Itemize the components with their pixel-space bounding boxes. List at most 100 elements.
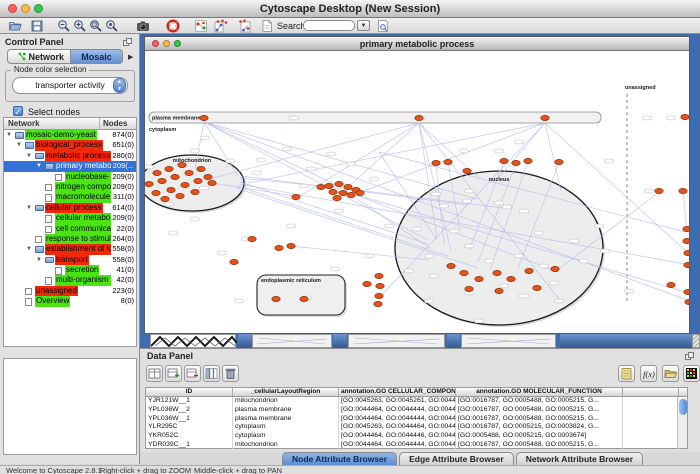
network-node[interactable] bbox=[200, 115, 208, 120]
tree-row-primary-metabo[interactable]: ▼primary metabo209(... bbox=[4, 161, 136, 171]
network-node[interactable] bbox=[507, 276, 515, 281]
network-node[interactable] bbox=[447, 263, 455, 268]
scrollbar-thumb[interactable] bbox=[679, 399, 687, 415]
search-options-arrow-icon[interactable]: ▼ bbox=[357, 20, 370, 31]
column-header[interactable]: _cellularLayoutRegion bbox=[233, 388, 339, 396]
table-row[interactable]: YPL036W__2plasma membrane[GO:0044464, GO… bbox=[146, 406, 687, 415]
network-node[interactable] bbox=[375, 293, 383, 298]
network-node[interactable] bbox=[555, 159, 563, 164]
open-icon[interactable] bbox=[8, 19, 22, 33]
network-node[interactable] bbox=[161, 196, 169, 201]
network-node[interactable] bbox=[347, 192, 355, 197]
network-node[interactable] bbox=[684, 250, 689, 255]
disclosure-triangle-icon[interactable]: ▼ bbox=[26, 151, 32, 161]
import-icon[interactable] bbox=[662, 365, 679, 382]
network-node[interactable] bbox=[681, 114, 689, 119]
network-node[interactable] bbox=[335, 181, 343, 186]
select-nodes-checkbox[interactable]: ✓ bbox=[13, 106, 23, 116]
network-node[interactable] bbox=[475, 276, 483, 281]
background-window-fragment[interactable] bbox=[333, 334, 347, 348]
tree-row-nucleobase-[interactable]: nucleobase-209(0) bbox=[4, 172, 136, 182]
background-window-fragment[interactable] bbox=[560, 334, 692, 348]
create-attribute-icon[interactable] bbox=[165, 365, 182, 382]
tab-node-attribute-browser[interactable]: Node Attribute Browser bbox=[282, 452, 397, 465]
network-view-icon[interactable] bbox=[194, 19, 208, 33]
network-node[interactable] bbox=[493, 270, 501, 275]
network-view-window[interactable]: primary metabolic process plasma membran… bbox=[144, 36, 690, 334]
network-node[interactable] bbox=[415, 115, 423, 120]
background-window-fragment[interactable] bbox=[692, 334, 700, 348]
background-window-fragment[interactable] bbox=[447, 334, 460, 348]
more-tabs-arrow-icon[interactable]: ▶ bbox=[128, 53, 133, 61]
tree-row-unassigned[interactable]: unassigned223(0) bbox=[4, 286, 136, 296]
network-node[interactable] bbox=[167, 187, 175, 192]
network-node[interactable] bbox=[208, 180, 216, 185]
tree-row-transport[interactable]: ▼transport558(0) bbox=[4, 255, 136, 265]
network-node[interactable] bbox=[495, 288, 503, 293]
heatmap-icon[interactable] bbox=[683, 365, 700, 382]
network-node[interactable] bbox=[204, 174, 212, 179]
tab-network-attribute-browser[interactable]: Network Attribute Browser bbox=[516, 452, 643, 465]
network-node[interactable] bbox=[655, 188, 663, 193]
advanced-search-icon[interactable] bbox=[376, 19, 390, 33]
network-node[interactable] bbox=[272, 296, 280, 301]
background-window-fragment[interactable] bbox=[238, 334, 252, 348]
network-node[interactable] bbox=[145, 181, 153, 186]
network-window-title-bar[interactable]: primary metabolic process bbox=[145, 37, 689, 51]
network-node[interactable] bbox=[444, 159, 452, 164]
disclosure-triangle-icon[interactable]: ▼ bbox=[26, 244, 32, 254]
float-data-panel-icon[interactable] bbox=[685, 352, 694, 360]
network-node[interactable] bbox=[512, 160, 520, 165]
network-node[interactable] bbox=[325, 183, 333, 188]
network-node[interactable] bbox=[300, 296, 308, 301]
network-node[interactable] bbox=[181, 182, 189, 187]
column-header[interactable]: annotation.GO CELLULAR_COMPONENT bbox=[339, 388, 456, 396]
help-icon[interactable] bbox=[166, 19, 180, 33]
table-row[interactable]: YLR295Ccytoplasm[GO:0045263, GO:0044464,… bbox=[146, 423, 687, 432]
network-node[interactable] bbox=[185, 170, 193, 175]
network-node[interactable] bbox=[356, 190, 364, 195]
background-window-fragment[interactable] bbox=[252, 334, 332, 348]
disclosure-triangle-icon[interactable]: ▼ bbox=[26, 203, 32, 213]
disclosure-triangle-icon[interactable]: ▼ bbox=[6, 130, 12, 140]
network-node[interactable] bbox=[551, 266, 559, 271]
table-row[interactable]: YKR052Ccytoplasm[GO:0044464, GO:0044446,… bbox=[146, 432, 687, 441]
tree-row-establishment-of-lo[interactable]: ▼establishment of lo558(0) bbox=[4, 244, 136, 254]
birds-eye-view[interactable] bbox=[3, 358, 137, 455]
network-canvas[interactable]: plasma membranecytoplasmmitochondrionnuc… bbox=[145, 51, 689, 334]
delete-attribute-icon[interactable] bbox=[184, 365, 201, 382]
annotation-icon[interactable] bbox=[260, 19, 274, 33]
network-node[interactable] bbox=[684, 262, 689, 267]
network-node[interactable] bbox=[533, 285, 541, 290]
network-node[interactable] bbox=[153, 170, 161, 175]
network-node[interactable] bbox=[176, 193, 184, 198]
network-node[interactable] bbox=[275, 245, 283, 250]
save-icon[interactable] bbox=[30, 19, 44, 33]
tree-row-response-to-stimulu[interactable]: response to stimulu264(0) bbox=[4, 234, 136, 244]
trash-icon[interactable] bbox=[222, 365, 239, 382]
background-window-fragment[interactable] bbox=[150, 334, 236, 348]
zoom-in-icon[interactable] bbox=[73, 19, 87, 33]
tree-row-mosaic-demo-yeast[interactable]: ▼mosaic-demo-yeast874(0) bbox=[4, 130, 136, 140]
network-node[interactable] bbox=[248, 236, 256, 241]
float-panel-icon[interactable] bbox=[123, 38, 132, 46]
select-columns-icon[interactable] bbox=[203, 365, 220, 382]
zoom-out-icon[interactable] bbox=[57, 19, 71, 33]
table-row[interactable]: YDR039C__1mitochondrion[GO:0044464, GO:0… bbox=[146, 441, 687, 450]
network-node[interactable] bbox=[683, 226, 689, 231]
zoom-fit-icon[interactable] bbox=[89, 19, 103, 33]
network-node[interactable] bbox=[525, 268, 533, 273]
table-row[interactable]: YPL036W__1plasma membrane[GO:0044464, GO… bbox=[146, 415, 687, 424]
network-node[interactable] bbox=[317, 184, 325, 189]
disclosure-triangle-icon[interactable]: ▼ bbox=[36, 161, 42, 171]
layout-icon[interactable] bbox=[214, 19, 228, 33]
tree-row-nitrogen-compo[interactable]: nitrogen compo209(0) bbox=[4, 182, 136, 192]
tree-row-secretion[interactable]: secretion41(0) bbox=[4, 265, 136, 275]
network-node[interactable] bbox=[500, 158, 508, 163]
network-node[interactable] bbox=[158, 178, 166, 183]
network-node[interactable] bbox=[230, 259, 238, 264]
network-node[interactable] bbox=[363, 281, 371, 286]
disclosure-triangle-icon[interactable]: ▼ bbox=[36, 255, 42, 265]
network-node[interactable] bbox=[292, 194, 300, 199]
network-node[interactable] bbox=[329, 189, 337, 194]
